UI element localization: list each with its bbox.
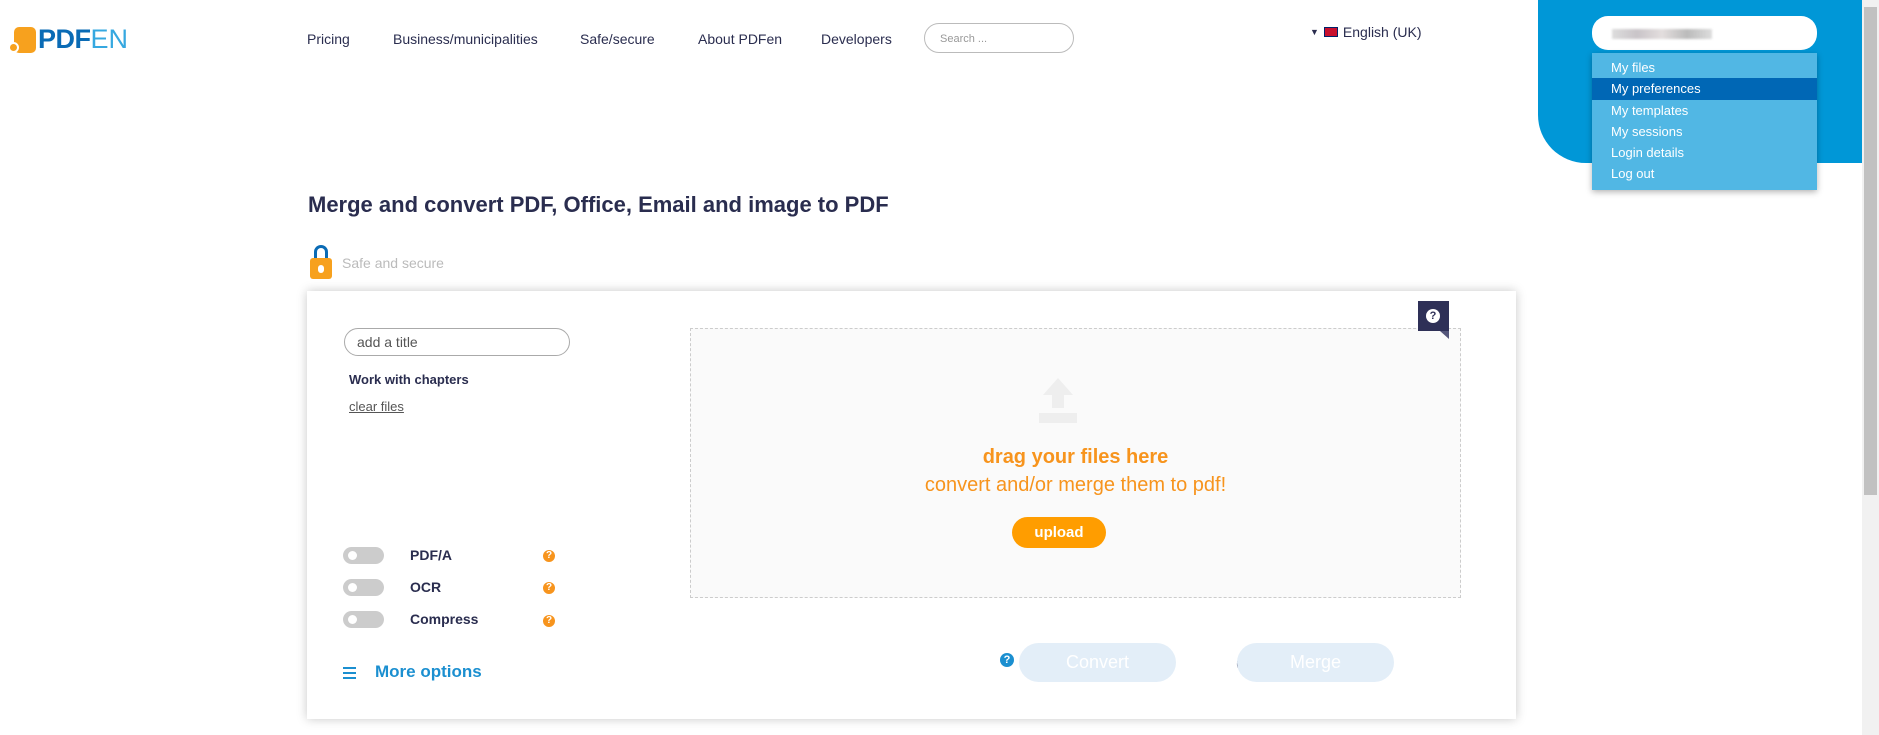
nav-about[interactable]: About PDFen [698,31,782,47]
upload-icon [1039,378,1077,423]
menu-icon[interactable] [343,667,356,682]
pdfen-logo[interactable]: PDF EN [8,24,128,54]
convert-button[interactable]: Convert [1019,643,1176,682]
pdfa-toggle[interactable] [343,547,384,564]
language-label: English (UK) [1342,24,1422,40]
actions-help-icon[interactable]: ? [1000,653,1014,667]
page-title: Merge and convert PDF, Office, Email and… [308,192,889,217]
compress-label: Compress [410,611,479,627]
title-input[interactable]: add a title [344,328,570,356]
menu-my-files[interactable]: My files [1592,57,1817,78]
work-with-chapters[interactable]: Work with chapters [349,372,469,387]
uk-flag-icon [1323,27,1338,37]
caret-down-icon: ▼ [1310,27,1319,37]
nav-pricing[interactable]: Pricing [307,31,350,47]
drag-files-subtext: convert and/or merge them to pdf! [924,474,1227,496]
safe-secure-label: Safe and secure [342,255,444,271]
compress-help-icon[interactable]: ? [543,615,555,627]
menu-my-preferences[interactable]: My preferences [1592,78,1817,100]
clear-files-link[interactable]: clear files [349,399,404,414]
help-tab[interactable]: ? [1418,301,1449,339]
menu-log-out[interactable]: Log out [1592,163,1817,184]
pdfa-help-icon[interactable]: ? [543,550,555,562]
ocr-help-icon[interactable]: ? [543,582,555,594]
logo-text-pdf: PDF [38,23,91,54]
help-icon: ? [1426,309,1440,323]
nav-safe-secure[interactable]: Safe/secure [580,31,655,47]
pdfa-label: PDF/A [410,547,452,563]
lock-icon [310,245,332,279]
scrollbar-thumb[interactable] [1864,7,1877,495]
logo-mark-icon [8,25,36,53]
more-options-link[interactable]: More options [375,662,482,682]
drag-files-text: drag your files here [982,446,1169,468]
nav-business[interactable]: Business/municipalities [393,31,538,47]
logo-text-en: EN [90,23,129,54]
search-input[interactable]: Search ... [924,23,1074,53]
compress-toggle[interactable] [343,611,384,628]
merge-button[interactable]: Merge [1237,643,1394,682]
ocr-toggle[interactable] [343,579,384,596]
redacted-username [1612,29,1712,39]
ocr-label: OCR [410,579,442,595]
menu-my-sessions[interactable]: My sessions [1592,121,1817,142]
upload-button[interactable]: upload [1012,517,1106,548]
user-menu: My files My preferences My templates My … [1592,53,1817,190]
language-selector[interactable]: ▼ English (UK) [1310,24,1422,40]
menu-my-templates[interactable]: My templates [1592,100,1817,121]
menu-login-details[interactable]: Login details [1592,142,1817,163]
nav-developers[interactable]: Developers [821,31,892,47]
